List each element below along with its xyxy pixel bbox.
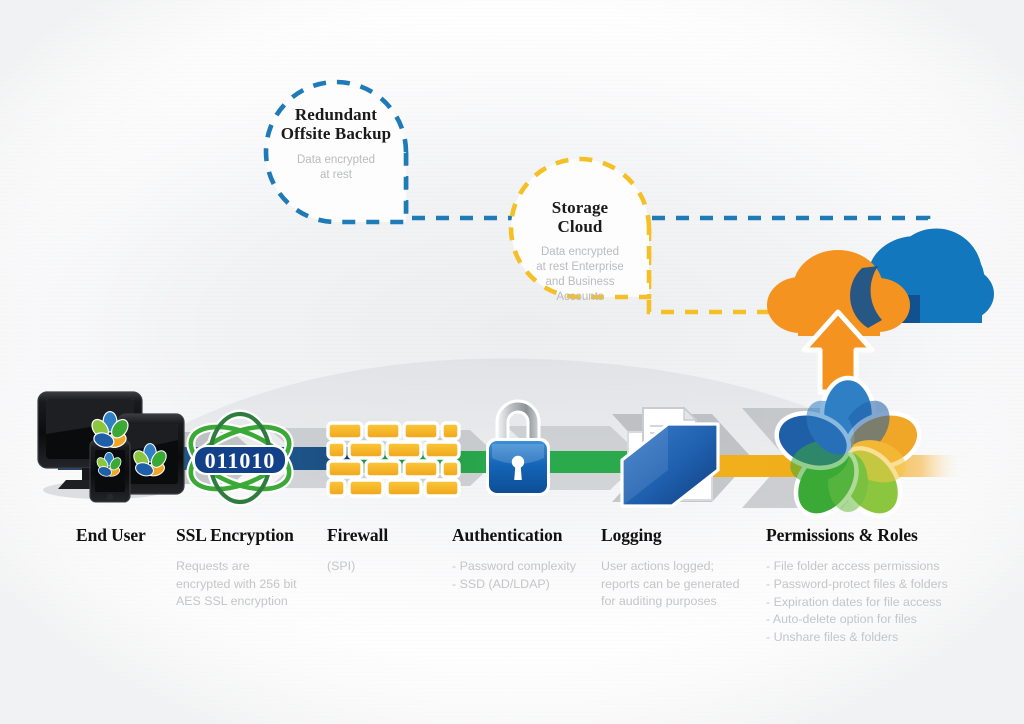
stage-heading-logging: Logging <box>601 525 662 545</box>
stage-heading-ssl-encryption: SSL Encryption <box>176 525 294 545</box>
binary-ssl-icon: 011010 <box>186 409 294 507</box>
storage-bubble-title-line2: Cloud <box>557 217 603 236</box>
stage-firewall: Firewall (SPI) <box>327 525 447 576</box>
stage-heading-authentication: Authentication <box>452 525 563 545</box>
storage-bubble-sub-line3: and Business <box>545 276 615 288</box>
diagram-canvas: 011010 Redundant Offsite Backup Data enc… <box>0 0 1024 724</box>
backup-bubble-sub-line1: Data encrypted <box>297 154 375 166</box>
list-item: - Password-protect files & folders <box>766 576 948 591</box>
stage-body-firewall: (SPI) <box>327 559 356 573</box>
ssl-binary-text: 011010 <box>205 448 276 473</box>
stage-ssl-encryption: SSL Encryption Requests are encrypted wi… <box>176 525 326 611</box>
list-item: - Auto-delete option for files <box>766 612 917 627</box>
stage-body-ssl-encryption: Requests are encrypted with 256 bit AES … <box>176 559 297 608</box>
stage-bullets-permissions-roles: - File folder access permissions - Passw… <box>766 558 976 647</box>
stage-heading-end-user: End User <box>76 525 146 545</box>
storage-bubble-sub-line2: at rest Enterprise <box>536 261 624 273</box>
backup-bubble-outline <box>263 79 409 225</box>
list-item: - File folder access permissions <box>766 559 940 573</box>
list-item: - Expiration dates for file access <box>766 594 942 609</box>
stage-end-user: End User <box>76 525 186 558</box>
storage-bubble-sub-line4: Accounts <box>556 291 604 303</box>
backup-bubble-sub-line2: at rest <box>320 169 352 181</box>
list-item: - Unshare files & folders <box>766 630 899 645</box>
stage-bullets-authentication: - Password complexity - SSD (AD/LDAP) <box>452 558 602 594</box>
stage-logging: Logging User actions logged; reports can… <box>601 525 761 611</box>
backup-bubble-title-line1: Redundant <box>294 105 378 124</box>
list-item: - SSD (AD/LDAP) <box>452 576 550 591</box>
stage-heading-permissions-roles: Permissions & Roles <box>766 525 918 545</box>
brick-wall-icon <box>326 421 461 498</box>
backup-bubble-title-line2: Offsite Backup <box>280 124 392 143</box>
list-item: - Password complexity <box>452 559 576 573</box>
stage-authentication: Authentication - Password complexity - S… <box>452 525 602 594</box>
storage-bubble-title-line1: Storage <box>551 198 609 217</box>
stage-heading-firewall: Firewall <box>327 525 389 545</box>
stage-body-logging: User actions logged; reports can be gene… <box>601 559 740 608</box>
storage-bubble-sub-line1: Data encrypted <box>541 246 619 258</box>
stage-permissions-roles: Permissions & Roles - File folder access… <box>766 525 976 647</box>
